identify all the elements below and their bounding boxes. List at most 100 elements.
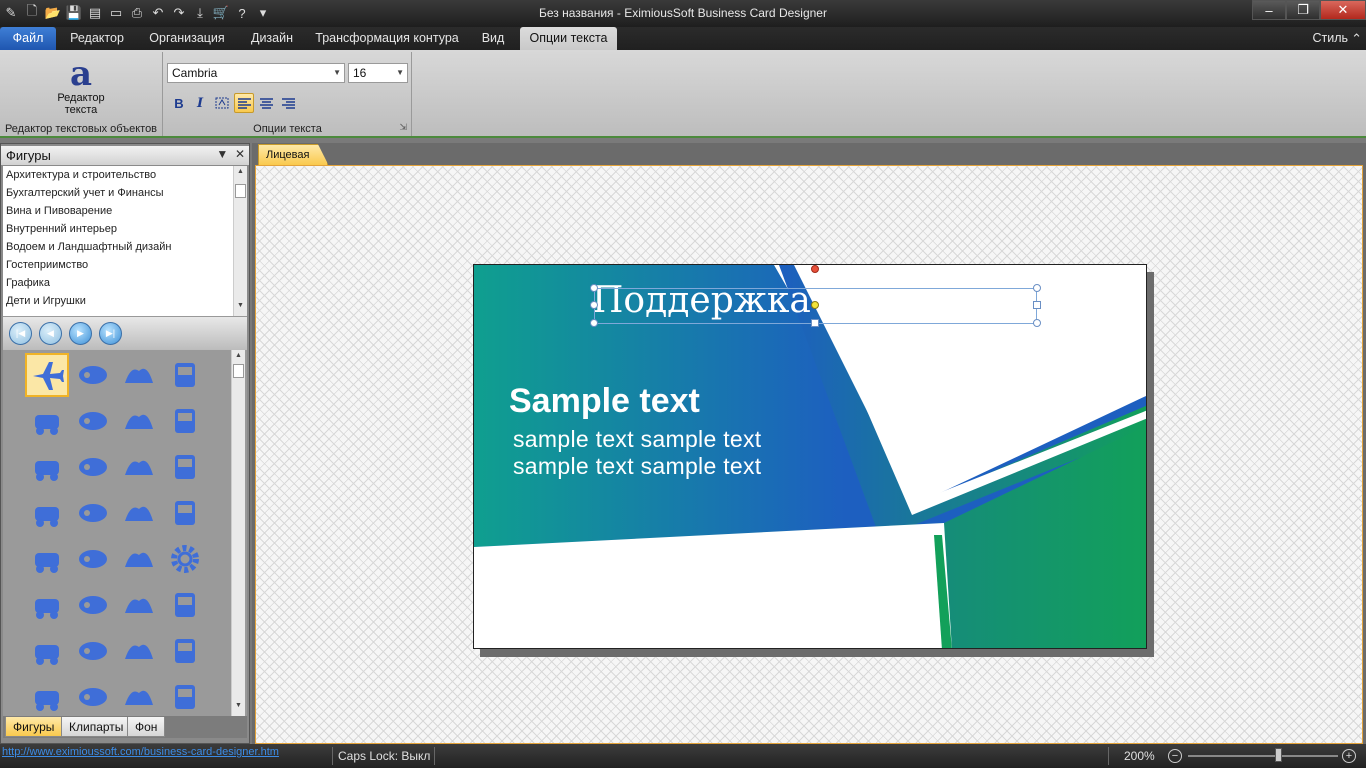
helicopter-icon[interactable]: [117, 537, 161, 581]
sample-line-2[interactable]: sample text sample text: [513, 453, 762, 480]
scroll-down-icon[interactable]: ▼: [232, 702, 245, 714]
drone-icon[interactable]: [71, 491, 115, 535]
scrollbar[interactable]: ▲ ▼: [231, 350, 245, 716]
align-left-icon[interactable]: [234, 93, 254, 113]
website-link[interactable]: http://www.eximioussoft.com/business-car…: [2, 746, 279, 758]
resize-handle[interactable]: [811, 319, 819, 327]
zoom-in-icon[interactable]: +: [1342, 749, 1356, 763]
racing-icon[interactable]: [163, 445, 207, 489]
align-center-icon[interactable]: [256, 93, 276, 113]
scroll-up-icon[interactable]: ▲: [232, 352, 245, 364]
zoom-thumb[interactable]: [1275, 748, 1282, 762]
airplane-icon[interactable]: [25, 353, 69, 397]
tab-background[interactable]: Фон: [127, 717, 166, 737]
motorcycle-icon[interactable]: [163, 399, 207, 443]
ant-icon[interactable]: [163, 675, 207, 716]
close-button[interactable]: ✕: [1320, 0, 1366, 20]
next-page-icon[interactable]: ▶: [69, 322, 92, 345]
resize-handle[interactable]: [590, 319, 598, 327]
scrollbar[interactable]: ▲ ▼: [233, 166, 247, 316]
list-item[interactable]: Дети и Игрушки: [3, 292, 247, 310]
list-item[interactable]: Водоем и Ландшафтный дизайн: [3, 238, 247, 256]
scroll-thumb[interactable]: [233, 364, 244, 378]
tab-text-options[interactable]: Опции текста: [520, 27, 617, 50]
car-icon[interactable]: [163, 583, 207, 627]
car-side-icon[interactable]: [25, 445, 69, 489]
car-front-icon[interactable]: [163, 353, 207, 397]
list-item[interactable]: Внутренний интерьер: [3, 220, 247, 238]
dialog-launcher-icon[interactable]: ⇲: [399, 122, 407, 133]
biker-icon[interactable]: [71, 537, 115, 581]
handbag-icon[interactable]: [25, 399, 69, 443]
resize-handle[interactable]: [590, 284, 598, 292]
car-icon[interactable]: [117, 629, 161, 673]
first-page-icon[interactable]: |◀: [9, 322, 32, 345]
luggage-icon[interactable]: [71, 399, 115, 443]
tab-view[interactable]: Вид: [474, 27, 512, 50]
close-icon[interactable]: ✕: [235, 147, 245, 161]
tab-organization[interactable]: Организация: [142, 27, 232, 50]
list-item[interactable]: Гостеприимство: [3, 256, 247, 274]
list-item[interactable]: Вина и Пивоварение: [3, 202, 247, 220]
list-item[interactable]: Бухгалтерский учет и Финансы: [3, 184, 247, 202]
pivot-handle[interactable]: [811, 301, 819, 309]
tab-shapes[interactable]: Фигуры: [5, 717, 63, 737]
vehicle-icon[interactable]: [117, 583, 161, 627]
bus-icon[interactable]: [25, 583, 69, 627]
motorcycle-icon[interactable]: [25, 629, 69, 673]
text-editor-button[interactable]: a Редактор текста: [55, 56, 107, 116]
align-right-icon[interactable]: [278, 93, 298, 113]
outline-text-icon[interactable]: [212, 93, 232, 113]
font-family-select[interactable]: Cambria ▼: [167, 63, 345, 83]
plane-icon[interactable]: [163, 629, 207, 673]
scroll-thumb[interactable]: [235, 184, 246, 198]
minimize-button[interactable]: –: [1252, 0, 1286, 20]
zoom-slider[interactable]: − +: [1166, 748, 1366, 764]
list-item[interactable]: Архитектура и строительство: [3, 166, 247, 184]
italic-button[interactable]: I: [190, 93, 210, 113]
resize-handle[interactable]: [1033, 319, 1041, 327]
rocket-icon[interactable]: [117, 675, 161, 716]
bold-button[interactable]: B: [169, 93, 189, 113]
tab-front-side[interactable]: Лицевая: [258, 144, 329, 165]
taxi-icon[interactable]: [117, 399, 161, 443]
crab-icon[interactable]: [117, 353, 161, 397]
zoom-out-icon[interactable]: −: [1168, 749, 1182, 763]
sample-title[interactable]: Sample text: [509, 382, 700, 421]
style-menu[interactable]: Стиль: [1312, 27, 1348, 50]
tab-cliparts[interactable]: Клипарты: [61, 717, 132, 737]
font-size-select[interactable]: 16 ▼: [348, 63, 408, 83]
previous-page-icon[interactable]: ◀: [39, 322, 62, 345]
hovercraft-icon[interactable]: [163, 491, 207, 535]
gear-icon[interactable]: [163, 537, 207, 581]
truck-icon[interactable]: [117, 445, 161, 489]
chevron-down-icon[interactable]: ▼: [216, 147, 228, 161]
resize-handle[interactable]: [590, 301, 598, 309]
expand-ribbon-icon[interactable]: ⌃: [1351, 31, 1362, 47]
tab-path-transform[interactable]: Трансформация контура: [312, 27, 462, 50]
bus-front-icon[interactable]: [71, 583, 115, 627]
tab-editor[interactable]: Редактор: [62, 27, 132, 50]
rotate-handle[interactable]: [811, 265, 819, 273]
tractor-icon[interactable]: [117, 491, 161, 535]
list-item[interactable]: Графика: [3, 274, 247, 292]
design-canvas[interactable]: Поддержка кириллицы Sample text sample t…: [255, 165, 1363, 744]
engine-icon[interactable]: [71, 629, 115, 673]
sample-line-1[interactable]: sample text sample text: [513, 426, 762, 453]
scroll-up-icon[interactable]: ▲: [234, 168, 247, 180]
tab-file[interactable]: Файл: [0, 27, 56, 50]
spark-plug-icon[interactable]: [25, 675, 69, 716]
resize-handle[interactable]: [1033, 301, 1041, 309]
motorbike-icon[interactable]: [25, 491, 69, 535]
connector-icon[interactable]: [71, 675, 115, 716]
maximize-button[interactable]: ❐: [1286, 0, 1320, 20]
tab-design[interactable]: Дизайн: [243, 27, 301, 50]
scroll-down-icon[interactable]: ▼: [234, 302, 247, 314]
zoom-track[interactable]: [1188, 755, 1338, 757]
scooter-icon[interactable]: [25, 537, 69, 581]
business-card[interactable]: Поддержка кириллицы Sample text sample t…: [473, 264, 1147, 649]
last-page-icon[interactable]: ▶|: [99, 322, 122, 345]
dolphin-icon[interactable]: [71, 353, 115, 397]
resize-handle[interactable]: [1033, 284, 1041, 292]
car-front-icon[interactable]: [71, 445, 115, 489]
